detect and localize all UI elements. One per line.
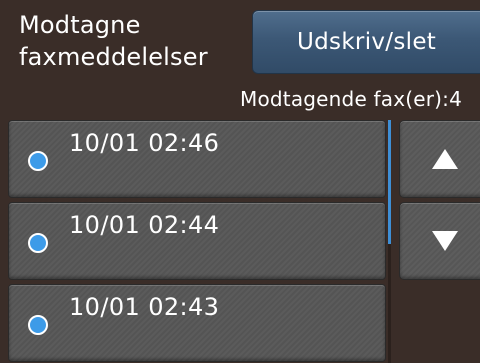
fax-timestamp: 10/01 02:44 xyxy=(69,211,220,239)
scroll-down-button[interactable] xyxy=(399,202,480,280)
fax-list-screen: Modtagne faxmeddelelser Udskriv/slet Mod… xyxy=(0,0,480,363)
down-triangle-icon xyxy=(432,231,458,251)
fax-timestamp: 10/01 02:46 xyxy=(69,129,220,157)
print-delete-button[interactable]: Udskriv/slet xyxy=(252,10,480,74)
fax-list-item[interactable]: 10/01 02:46 xyxy=(8,120,386,198)
fax-list-item[interactable]: 10/01 02:43 xyxy=(8,284,386,362)
fax-timestamp: 10/01 02:43 xyxy=(69,293,220,321)
scrollbar-thumb[interactable] xyxy=(388,120,391,244)
received-fax-count: Modtagende fax(er):4 xyxy=(240,87,463,111)
unread-dot-icon xyxy=(28,151,48,171)
unread-dot-icon xyxy=(28,315,48,335)
fax-list-item[interactable]: 10/01 02:44 xyxy=(8,202,386,280)
scroll-up-button[interactable] xyxy=(399,120,480,198)
up-triangle-icon xyxy=(432,149,458,169)
unread-dot-icon xyxy=(28,233,48,253)
page-title: Modtagne faxmeddelelser xyxy=(19,11,208,71)
